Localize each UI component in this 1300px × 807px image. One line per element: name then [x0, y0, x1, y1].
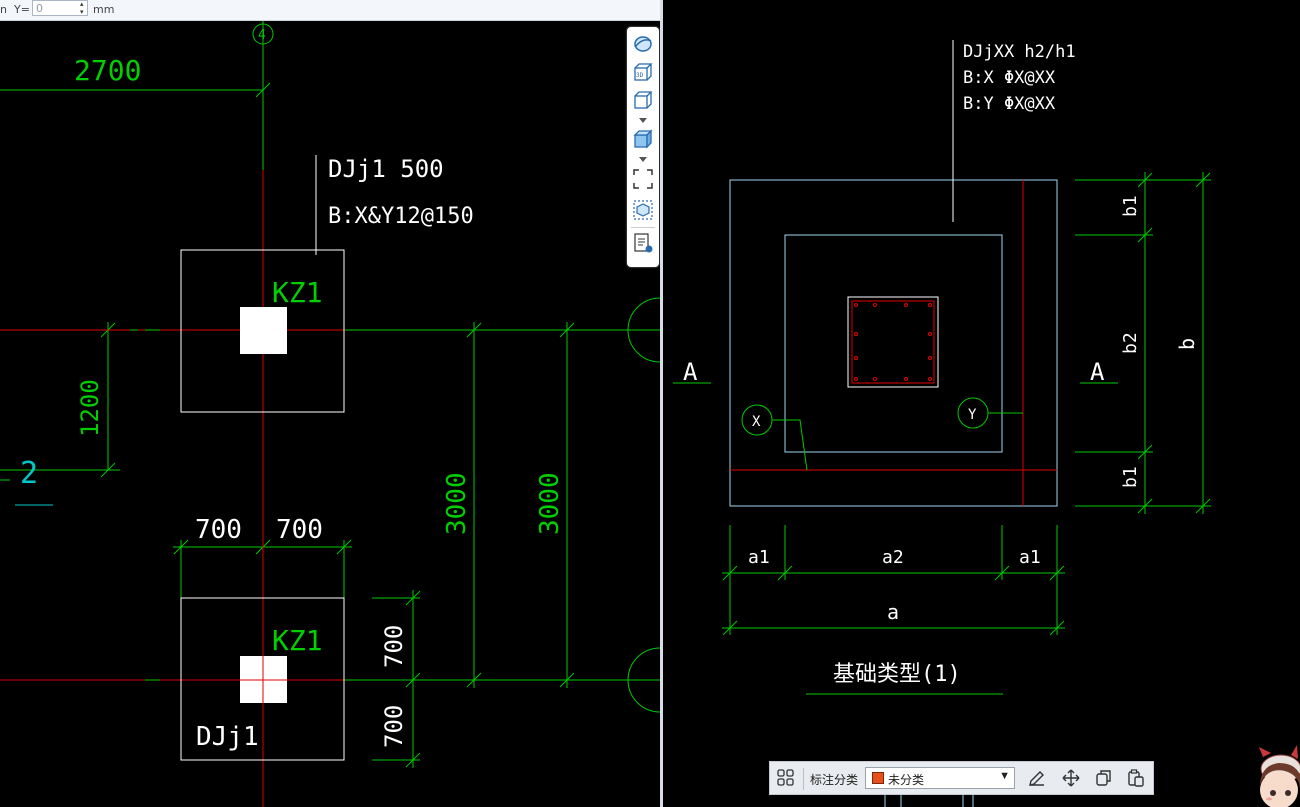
left-drawing-canvas[interactable]: 4 2700 1200 3000 3000 700 700 700 700 2 …: [0, 0, 660, 807]
dim-text-b2: b2: [1120, 332, 1141, 354]
column-rebar-cage: [851, 300, 935, 384]
y-spinner[interactable]: ▴ ▾: [80, 0, 84, 16]
rebar-leader-x: [772, 419, 808, 471]
column-label-bottom: KZ1: [272, 624, 323, 657]
dim-text-a1-left: a1: [748, 547, 770, 568]
leader-text-line1: DJj1 500: [328, 155, 444, 183]
dim-text-a: a: [887, 600, 899, 624]
leader-text-line2: B:X ΦX@XX: [963, 68, 1056, 88]
annotation-category-select[interactable]: 未分类 ▼: [865, 767, 1015, 789]
assistant-avatar-icon[interactable]: [1255, 745, 1300, 807]
dim-text-a2: a2: [882, 547, 904, 568]
dim-text-b1-top: b1: [1120, 195, 1141, 217]
view-toolbar: 3D: [627, 27, 659, 267]
right-drawing-svg: DJjXX h2/h1 B:X ΦX@XX B:Y ΦX@XX A A X Y …: [673, 40, 1211, 807]
axis-bubble-label: 4: [258, 28, 266, 43]
foundation-type-caption: 基础类型(1): [833, 662, 961, 687]
move-icon[interactable]: [1061, 768, 1081, 788]
copy-icon[interactable]: [1094, 768, 1114, 788]
dim-text-700-v-top: 700: [380, 625, 408, 668]
column-outline[interactable]: [847, 296, 939, 388]
coord-prefix: n: [0, 3, 7, 16]
leader-text-line2: B:X&Y12@150: [328, 204, 474, 229]
dim-text-a1-right: a1: [1019, 547, 1041, 568]
view-box-icon[interactable]: [632, 199, 654, 221]
y-label: Y=: [14, 3, 30, 16]
edit-icon[interactable]: [1027, 768, 1047, 788]
footing-label: DJj1: [196, 722, 259, 752]
rebar-dots: [854, 303, 932, 381]
unit-label: mm: [93, 3, 115, 16]
left-drawing-svg: 4 2700 1200 3000 3000 700 700 700 700 2 …: [0, 20, 660, 807]
annotation-category-bar: 标注分类 未分类 ▼: [769, 761, 1154, 795]
svg-text:3D: 3D: [636, 72, 644, 79]
layer-display-icon[interactable]: [632, 232, 654, 254]
fullscreen-icon[interactable]: [632, 168, 654, 190]
category-color-swatch: [872, 772, 884, 784]
annotation-category-label: 标注分类: [810, 773, 859, 787]
cube-solid-icon[interactable]: [632, 129, 654, 151]
chevron-down-icon[interactable]: [639, 118, 647, 124]
partial-shape-bottom: [884, 795, 974, 807]
bar-divider: [803, 768, 804, 790]
dim-text-b1-bottom: b1: [1120, 466, 1141, 488]
dropdown-arrow-icon[interactable]: ▼: [999, 770, 1010, 782]
category-selected-value: 未分类: [888, 773, 925, 787]
leader-text-line1: DJjXX h2/h1: [963, 42, 1076, 62]
grid-menu-icon[interactable]: [776, 768, 796, 788]
orbit-icon[interactable]: [632, 33, 654, 55]
column-kz1-top[interactable]: [240, 307, 287, 354]
footing-outer-outline[interactable]: [729, 179, 1058, 507]
section-a-left: A: [683, 358, 698, 386]
dim-text-1200: 1200: [76, 379, 104, 437]
dim-text-3000-b: 3000: [535, 472, 565, 535]
section-a-right: A: [1090, 358, 1105, 386]
paste-icon[interactable]: [1126, 768, 1146, 788]
column-label-top: KZ1: [272, 276, 323, 309]
dim-text-3000-a: 3000: [442, 472, 472, 535]
right-drawing-canvas[interactable]: DJjXX h2/h1 B:X ΦX@XX B:Y ΦX@XX A A X Y …: [663, 0, 1300, 807]
coordinate-input-bar: n Y= 0 ▴ ▾ mm: [0, 0, 660, 21]
cube-front-icon[interactable]: [632, 90, 654, 112]
toolbar-divider: [631, 227, 655, 228]
chevron-down-icon[interactable]: [639, 157, 647, 163]
section-mark-label: 2: [20, 456, 38, 491]
dim-text-b: b: [1175, 338, 1199, 350]
dim-text-700-v-bottom: 700: [380, 705, 408, 748]
bubble-y-label: Y: [968, 407, 977, 423]
dim-text-2700: 2700: [74, 54, 141, 87]
dim-text-700-left: 700: [195, 515, 242, 545]
dim-text-700-right: 700: [276, 515, 323, 545]
bubble-x-label: X: [752, 414, 761, 430]
leader-text-line3: B:Y ΦX@XX: [963, 94, 1056, 114]
3d-view-icon[interactable]: 3D: [632, 62, 654, 84]
